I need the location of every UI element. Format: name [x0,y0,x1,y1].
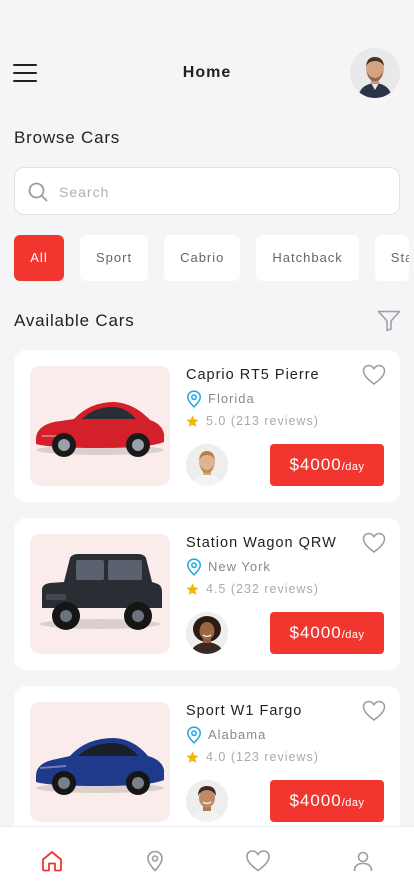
price-amount: $4000 [289,791,342,810]
category-chips: All Sport Cabrio Hatchback Sta [14,235,409,281]
heart-icon [246,850,270,872]
car-card[interactable]: Station Wagon QRW New York 4.5 (232 revi… [14,518,400,670]
chip-sport[interactable]: Sport [80,235,149,281]
rent-price-button[interactable]: $4000/day [270,780,384,822]
owner-avatar[interactable] [186,780,228,822]
filter-button[interactable] [377,310,401,337]
chip-all[interactable]: All [14,235,64,281]
avatar-image [350,48,400,98]
rent-price-button[interactable]: $4000/day [270,444,384,486]
price-unit: /day [341,797,365,809]
car-name: Station Wagon QRW [186,535,337,551]
chip-station[interactable]: Sta [374,235,409,281]
car-name: Sport W1 Fargo [186,703,303,719]
map-pin-icon [147,850,163,872]
search-bar[interactable] [14,167,400,215]
tab-favorites[interactable] [245,849,271,878]
favorite-button[interactable] [362,700,386,727]
car-image [30,702,170,822]
heart-icon [362,700,386,721]
chip-cabrio[interactable]: Cabrio [164,235,241,281]
star-icon [186,751,199,763]
user-icon [353,851,373,872]
tab-profile[interactable] [351,849,375,878]
tab-home[interactable] [40,849,64,878]
location-pin-icon [186,390,202,408]
location-pin-icon [186,558,202,576]
rating-text: 4.0 (123 reviews) [206,750,319,764]
star-icon [186,583,199,595]
location-pin-icon [186,726,202,744]
owner-avatar[interactable] [186,612,228,654]
tab-map[interactable] [143,849,167,878]
location-text: Alabama [208,727,267,742]
car-card[interactable]: Caprio RT5 Pierre Florida 5.0 (213 revie… [14,350,400,502]
search-icon [28,182,48,202]
price-unit: /day [341,461,365,473]
available-cars-heading: Available Cars [14,311,135,330]
location-text: New York [208,559,271,574]
car-image [30,366,170,486]
heart-icon [362,364,386,385]
search-input[interactable] [59,180,379,204]
rent-price-button[interactable]: $4000/day [270,612,384,654]
app-header: Home [0,48,414,98]
heart-icon [362,532,386,553]
profile-avatar[interactable] [350,48,400,98]
favorite-button[interactable] [362,532,386,559]
car-card[interactable]: Sport W1 Fargo Alabama 4.0 (123 reviews)… [14,686,400,838]
rating-text: 4.5 (232 reviews) [206,582,319,596]
price-unit: /day [341,629,365,641]
rating-text: 5.0 (213 reviews) [206,414,319,428]
filter-icon [377,310,401,332]
star-icon [186,415,199,427]
browse-cars-heading: Browse Cars [14,128,121,147]
owner-avatar[interactable] [186,444,228,486]
bottom-tab-bar [0,826,414,896]
car-name: Caprio RT5 Pierre [186,367,320,383]
car-image [30,534,170,654]
chip-hatchback[interactable]: Hatchback [256,235,359,281]
location-text: Florida [208,391,255,406]
price-amount: $4000 [289,623,342,642]
home-icon [42,851,62,872]
favorite-button[interactable] [362,364,386,391]
price-amount: $4000 [289,455,342,474]
